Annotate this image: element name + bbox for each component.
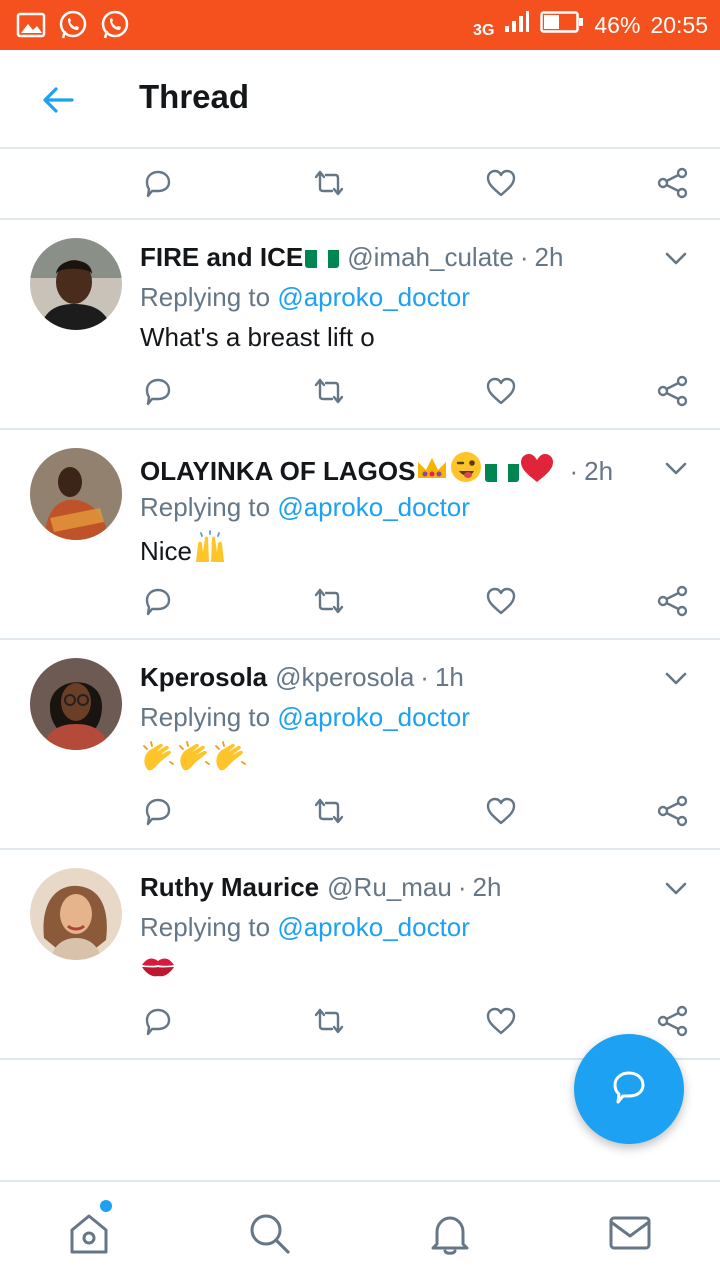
winking-face-emoji [449, 450, 483, 492]
tweet-header: Ruthy Maurice @Ru_mau · 2h [140, 872, 502, 902]
tweet-time: 2h [472, 872, 502, 902]
retweet-icon[interactable] [312, 794, 346, 828]
reply-icon[interactable] [140, 584, 174, 618]
share-icon[interactable] [656, 794, 690, 828]
user-handle[interactable]: @imah_culate [347, 242, 514, 272]
battery-percent: 46% [594, 11, 641, 38]
tweet-body: Nice [140, 530, 228, 572]
display-name[interactable]: Ruthy Maurice [140, 872, 319, 902]
raising-hands-emoji [192, 530, 228, 572]
tweet-time: 2h [584, 456, 614, 486]
tweet-item[interactable]: Kperosola @kperosola · 1h Replying to @apro… [0, 640, 720, 850]
share-icon[interactable] [656, 1004, 690, 1038]
crown-emoji [415, 454, 449, 492]
share-icon[interactable] [656, 374, 690, 408]
red-heart-emoji [519, 452, 555, 492]
search-icon[interactable] [246, 1210, 292, 1256]
tweet-body [140, 740, 248, 782]
status-bar: 3G 46% 20:55 [0, 0, 720, 50]
heart-icon[interactable] [484, 794, 518, 828]
chevron-down-icon[interactable] [662, 244, 690, 272]
reply-icon [609, 1067, 649, 1112]
whatsapp-icon [98, 8, 132, 42]
user-handle[interactable]: @Ru_mau [327, 872, 452, 902]
tweet-actions [0, 360, 720, 420]
tweet-item[interactable]: FIRE and ICE @imah_culate · 2h Replying to … [0, 220, 720, 430]
tweet-time: 1h [434, 662, 464, 692]
clock: 20:55 [650, 11, 708, 38]
bottom-navigation [0, 1180, 720, 1280]
tweet-time: 2h [534, 242, 564, 272]
retweet-icon[interactable] [312, 584, 346, 618]
page-title: Thread [139, 78, 250, 115]
app-header: Thread [0, 50, 720, 149]
heart-icon[interactable] [484, 584, 518, 618]
clapping-hands-emoji [176, 740, 212, 782]
reply-icon[interactable] [140, 1004, 174, 1038]
heart-icon[interactable] [484, 166, 518, 200]
network-type: 3G [473, 22, 495, 39]
tweet-body [140, 950, 176, 988]
avatar[interactable] [30, 238, 122, 330]
nigeria-flag-emoji [485, 460, 520, 482]
tweet-item[interactable]: Ruthy Maurice @Ru_mau · 2h Replying to @apr… [0, 850, 720, 1060]
display-name[interactable]: Kperosola [140, 662, 267, 692]
replying-to: Replying to @aproko_doctor [140, 282, 470, 312]
heart-icon[interactable] [484, 374, 518, 408]
home-icon[interactable] [66, 1210, 112, 1256]
display-name[interactable]: OLAYINKA OF LAGOS [140, 456, 415, 486]
tweet-actions [0, 152, 720, 212]
replying-to: Replying to @aproko_doctor [140, 702, 470, 732]
signal-icon [504, 10, 530, 40]
retweet-icon[interactable] [312, 1004, 346, 1038]
replying-to: Replying to @aproko_doctor [140, 492, 470, 522]
mention-link[interactable]: @aproko_doctor [277, 702, 470, 732]
battery-icon [540, 10, 584, 40]
kiss-mark-emoji [140, 952, 176, 988]
avatar[interactable] [30, 868, 122, 960]
retweet-icon[interactable] [312, 166, 346, 200]
avatar[interactable] [30, 658, 122, 750]
nigeria-flag-emoji [305, 246, 340, 268]
clapping-hands-emoji [140, 740, 176, 782]
tweet-actions [0, 780, 720, 840]
tweet-header: FIRE and ICE @imah_culate · 2h [140, 242, 564, 272]
tweet-actions [0, 570, 720, 630]
replying-to: Replying to @aproko_doctor [140, 912, 470, 942]
compose-reply-button[interactable] [574, 1034, 684, 1144]
reply-icon[interactable] [140, 794, 174, 828]
clapping-hands-emoji [212, 740, 248, 782]
share-icon[interactable] [656, 584, 690, 618]
display-name[interactable]: FIRE and ICE [140, 242, 303, 272]
mention-link[interactable]: @aproko_doctor [277, 492, 470, 522]
mail-icon[interactable] [607, 1210, 653, 1256]
arrow-left-icon[interactable] [40, 82, 76, 118]
gallery-icon [14, 8, 48, 42]
mention-link[interactable]: @aproko_doctor [277, 282, 470, 312]
share-icon[interactable] [656, 166, 690, 200]
tweet-item[interactable]: OLAYINKA OF LAGOS · 2h Replying to @aproko… [0, 430, 720, 640]
whatsapp-icon [56, 8, 90, 42]
tweet-header: Kperosola @kperosola · 1h [140, 662, 464, 692]
tweet-text: Nice [140, 536, 193, 566]
retweet-icon[interactable] [312, 374, 346, 408]
heart-icon[interactable] [484, 1004, 518, 1038]
chevron-down-icon[interactable] [662, 874, 690, 902]
tweet-text: What's a breast lift o [140, 322, 375, 352]
new-content-indicator [100, 1200, 112, 1212]
user-handle[interactable]: @kperosola [275, 662, 414, 692]
bell-icon[interactable] [427, 1210, 473, 1256]
avatar[interactable] [30, 448, 122, 540]
reply-icon[interactable] [140, 374, 174, 408]
chevron-down-icon[interactable] [662, 454, 690, 482]
chevron-down-icon[interactable] [662, 664, 690, 692]
reply-icon[interactable] [140, 166, 174, 200]
mention-link[interactable]: @aproko_doctor [277, 912, 470, 942]
tweet-header: OLAYINKA OF LAGOS · 2h [140, 450, 613, 492]
